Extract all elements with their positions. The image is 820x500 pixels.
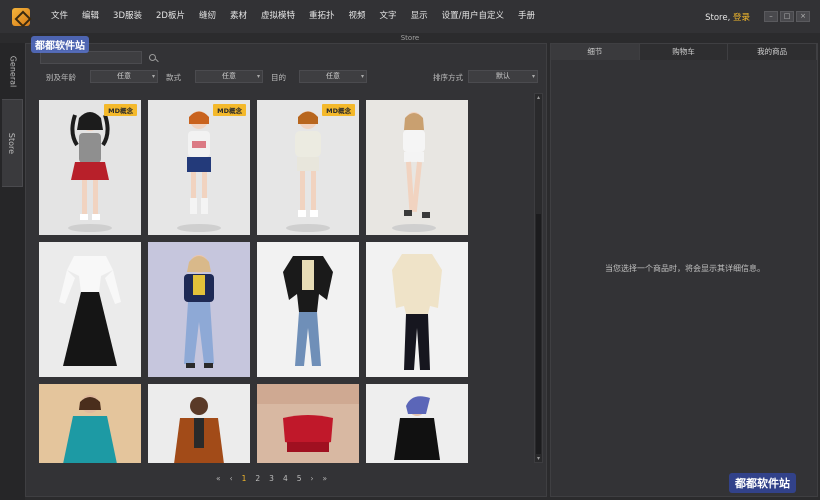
store-panel: 别及年龄 任意 ▾ 款式 任意 ▾ 目的 任意 ▾ 排序方式 默认 ▾ MD概念… — [25, 43, 547, 497]
avatar-image — [148, 384, 250, 463]
login-link[interactable]: 登录 — [733, 13, 750, 23]
menu-sewing[interactable]: 缝纫 — [192, 0, 223, 33]
close-icon[interactable]: × — [796, 11, 810, 22]
purpose-label: 目的 — [271, 73, 286, 82]
tab-general-label: General — [8, 55, 17, 87]
garment-image — [366, 242, 468, 377]
sort-value: 默认 — [496, 72, 510, 80]
menu-2d-pattern[interactable]: 2D板片 — [149, 0, 192, 33]
chevron-down-icon: ▾ — [360, 73, 364, 80]
watermark-bottom-right: 都都软件站 — [729, 473, 796, 493]
product-card[interactable] — [39, 242, 141, 377]
garment-image — [39, 242, 141, 377]
gender-age-select[interactable]: 任意 ▾ — [90, 70, 158, 83]
menu-bar: 文件 编辑 3D服装 2D板片 缝纫 素材 虚拟模特 重拓扑 视频 文字 显示 … — [0, 0, 820, 33]
menu-display[interactable]: 显示 — [404, 0, 435, 33]
menu-edit[interactable]: 编辑 — [75, 0, 106, 33]
store-login: Store, 登录 — [705, 11, 750, 23]
md-concept-badge: MD概念 — [213, 104, 246, 116]
prev-page-button[interactable]: ‹ — [230, 474, 233, 483]
md-concept-badge: MD概念 — [104, 104, 137, 116]
avatar-image — [257, 100, 359, 235]
md-concept-badge: MD概念 — [322, 104, 355, 116]
style-value: 任意 — [222, 72, 236, 80]
product-card[interactable] — [257, 242, 359, 377]
style-label: 款式 — [166, 73, 181, 82]
vertical-scrollbar[interactable]: ▴ ▾ — [534, 93, 543, 463]
tab-details[interactable]: 细节 — [551, 44, 640, 60]
avatar-image — [148, 242, 250, 377]
page-5-button[interactable]: 5 — [297, 474, 302, 483]
menu-materials[interactable]: 素材 — [223, 0, 254, 33]
watermark-top-left: 都都软件站 — [31, 36, 89, 53]
sort-label: 排序方式 — [433, 73, 463, 82]
page-1-button[interactable]: 1 — [242, 474, 247, 483]
empty-detail-hint: 当您选择一个商品时，将会显示其详细信息。 — [605, 264, 765, 273]
minimize-icon[interactable]: – — [764, 11, 778, 22]
menu-avatar[interactable]: 虚拟模特 — [254, 0, 302, 33]
chevron-down-icon: ▾ — [256, 73, 260, 80]
product-card[interactable] — [366, 242, 468, 377]
page-3-button[interactable]: 3 — [269, 474, 274, 483]
detail-panel: 细节 购物车 我的商品 当您选择一个商品时，将会显示其详细信息。 — [550, 43, 818, 497]
avatar-image — [39, 100, 141, 235]
pagination: « ‹ 1 2 3 4 5 › » — [216, 472, 327, 484]
avatar-image — [257, 384, 359, 463]
tab-cart[interactable]: 购物车 — [639, 44, 729, 60]
first-page-button[interactable]: « — [216, 474, 221, 483]
next-page-button[interactable]: › — [311, 474, 314, 483]
tab-my-items[interactable]: 我的商品 — [728, 44, 818, 60]
last-page-button[interactable]: » — [323, 474, 328, 483]
scroll-thumb[interactable] — [536, 214, 541, 454]
restore-icon[interactable]: □ — [780, 11, 794, 22]
window-title: Store — [0, 33, 820, 43]
page-4-button[interactable]: 4 — [283, 474, 288, 483]
app-logo-icon[interactable] — [12, 7, 30, 26]
page-2-button[interactable]: 2 — [255, 474, 260, 483]
product-grid: MD概念 MD概念 MD概念 — [37, 97, 525, 463]
scroll-down-icon[interactable]: ▾ — [535, 455, 542, 462]
product-card[interactable] — [39, 384, 141, 463]
search-icon[interactable] — [149, 54, 156, 61]
product-card[interactable]: MD概念 — [257, 100, 359, 235]
tab-store-label: Store — [7, 132, 17, 154]
purpose-value: 任意 — [326, 72, 340, 80]
gender-age-label: 别及年龄 — [46, 73, 76, 82]
menu-file[interactable]: 文件 — [44, 0, 75, 33]
product-card[interactable] — [366, 384, 468, 463]
gender-age-value: 任意 — [117, 72, 131, 80]
chevron-down-icon: ▾ — [151, 73, 155, 80]
filter-row: 别及年龄 任意 ▾ 款式 任意 ▾ 目的 任意 ▾ 排序方式 默认 ▾ — [26, 70, 548, 84]
vertical-tab-strip: General Store — [0, 43, 25, 500]
product-card[interactable] — [366, 100, 468, 235]
product-card[interactable]: MD概念 — [148, 100, 250, 235]
avatar-image — [39, 384, 141, 463]
menu-manual[interactable]: 手册 — [511, 0, 542, 33]
detail-tabs: 细节 购物车 我的商品 — [551, 44, 818, 60]
chevron-down-icon: ▾ — [531, 73, 535, 80]
style-select[interactable]: 任意 ▾ — [195, 70, 263, 83]
avatar-image — [366, 384, 468, 463]
avatar-image — [148, 100, 250, 235]
window-controls: – □ × — [764, 11, 810, 22]
avatar-image — [366, 100, 468, 235]
tab-general[interactable]: General — [2, 47, 23, 95]
product-card[interactable] — [148, 384, 250, 463]
menu-settings[interactable]: 设置/用户自定义 — [435, 0, 511, 33]
product-card[interactable] — [257, 384, 359, 463]
product-card[interactable]: MD概念 — [39, 100, 141, 235]
product-card[interactable] — [148, 242, 250, 377]
menu-3d-garment[interactable]: 3D服装 — [106, 0, 149, 33]
purpose-select[interactable]: 任意 ▾ — [299, 70, 367, 83]
tab-store[interactable]: Store — [2, 99, 23, 187]
scroll-up-icon[interactable]: ▴ — [535, 94, 542, 101]
store-label: Store, — [705, 12, 731, 23]
menu-text[interactable]: 文字 — [373, 0, 404, 33]
sort-select[interactable]: 默认 ▾ — [468, 70, 538, 83]
menu-video[interactable]: 视频 — [342, 0, 373, 33]
menu-retopology[interactable]: 重拓扑 — [302, 0, 342, 33]
garment-image — [257, 242, 359, 377]
